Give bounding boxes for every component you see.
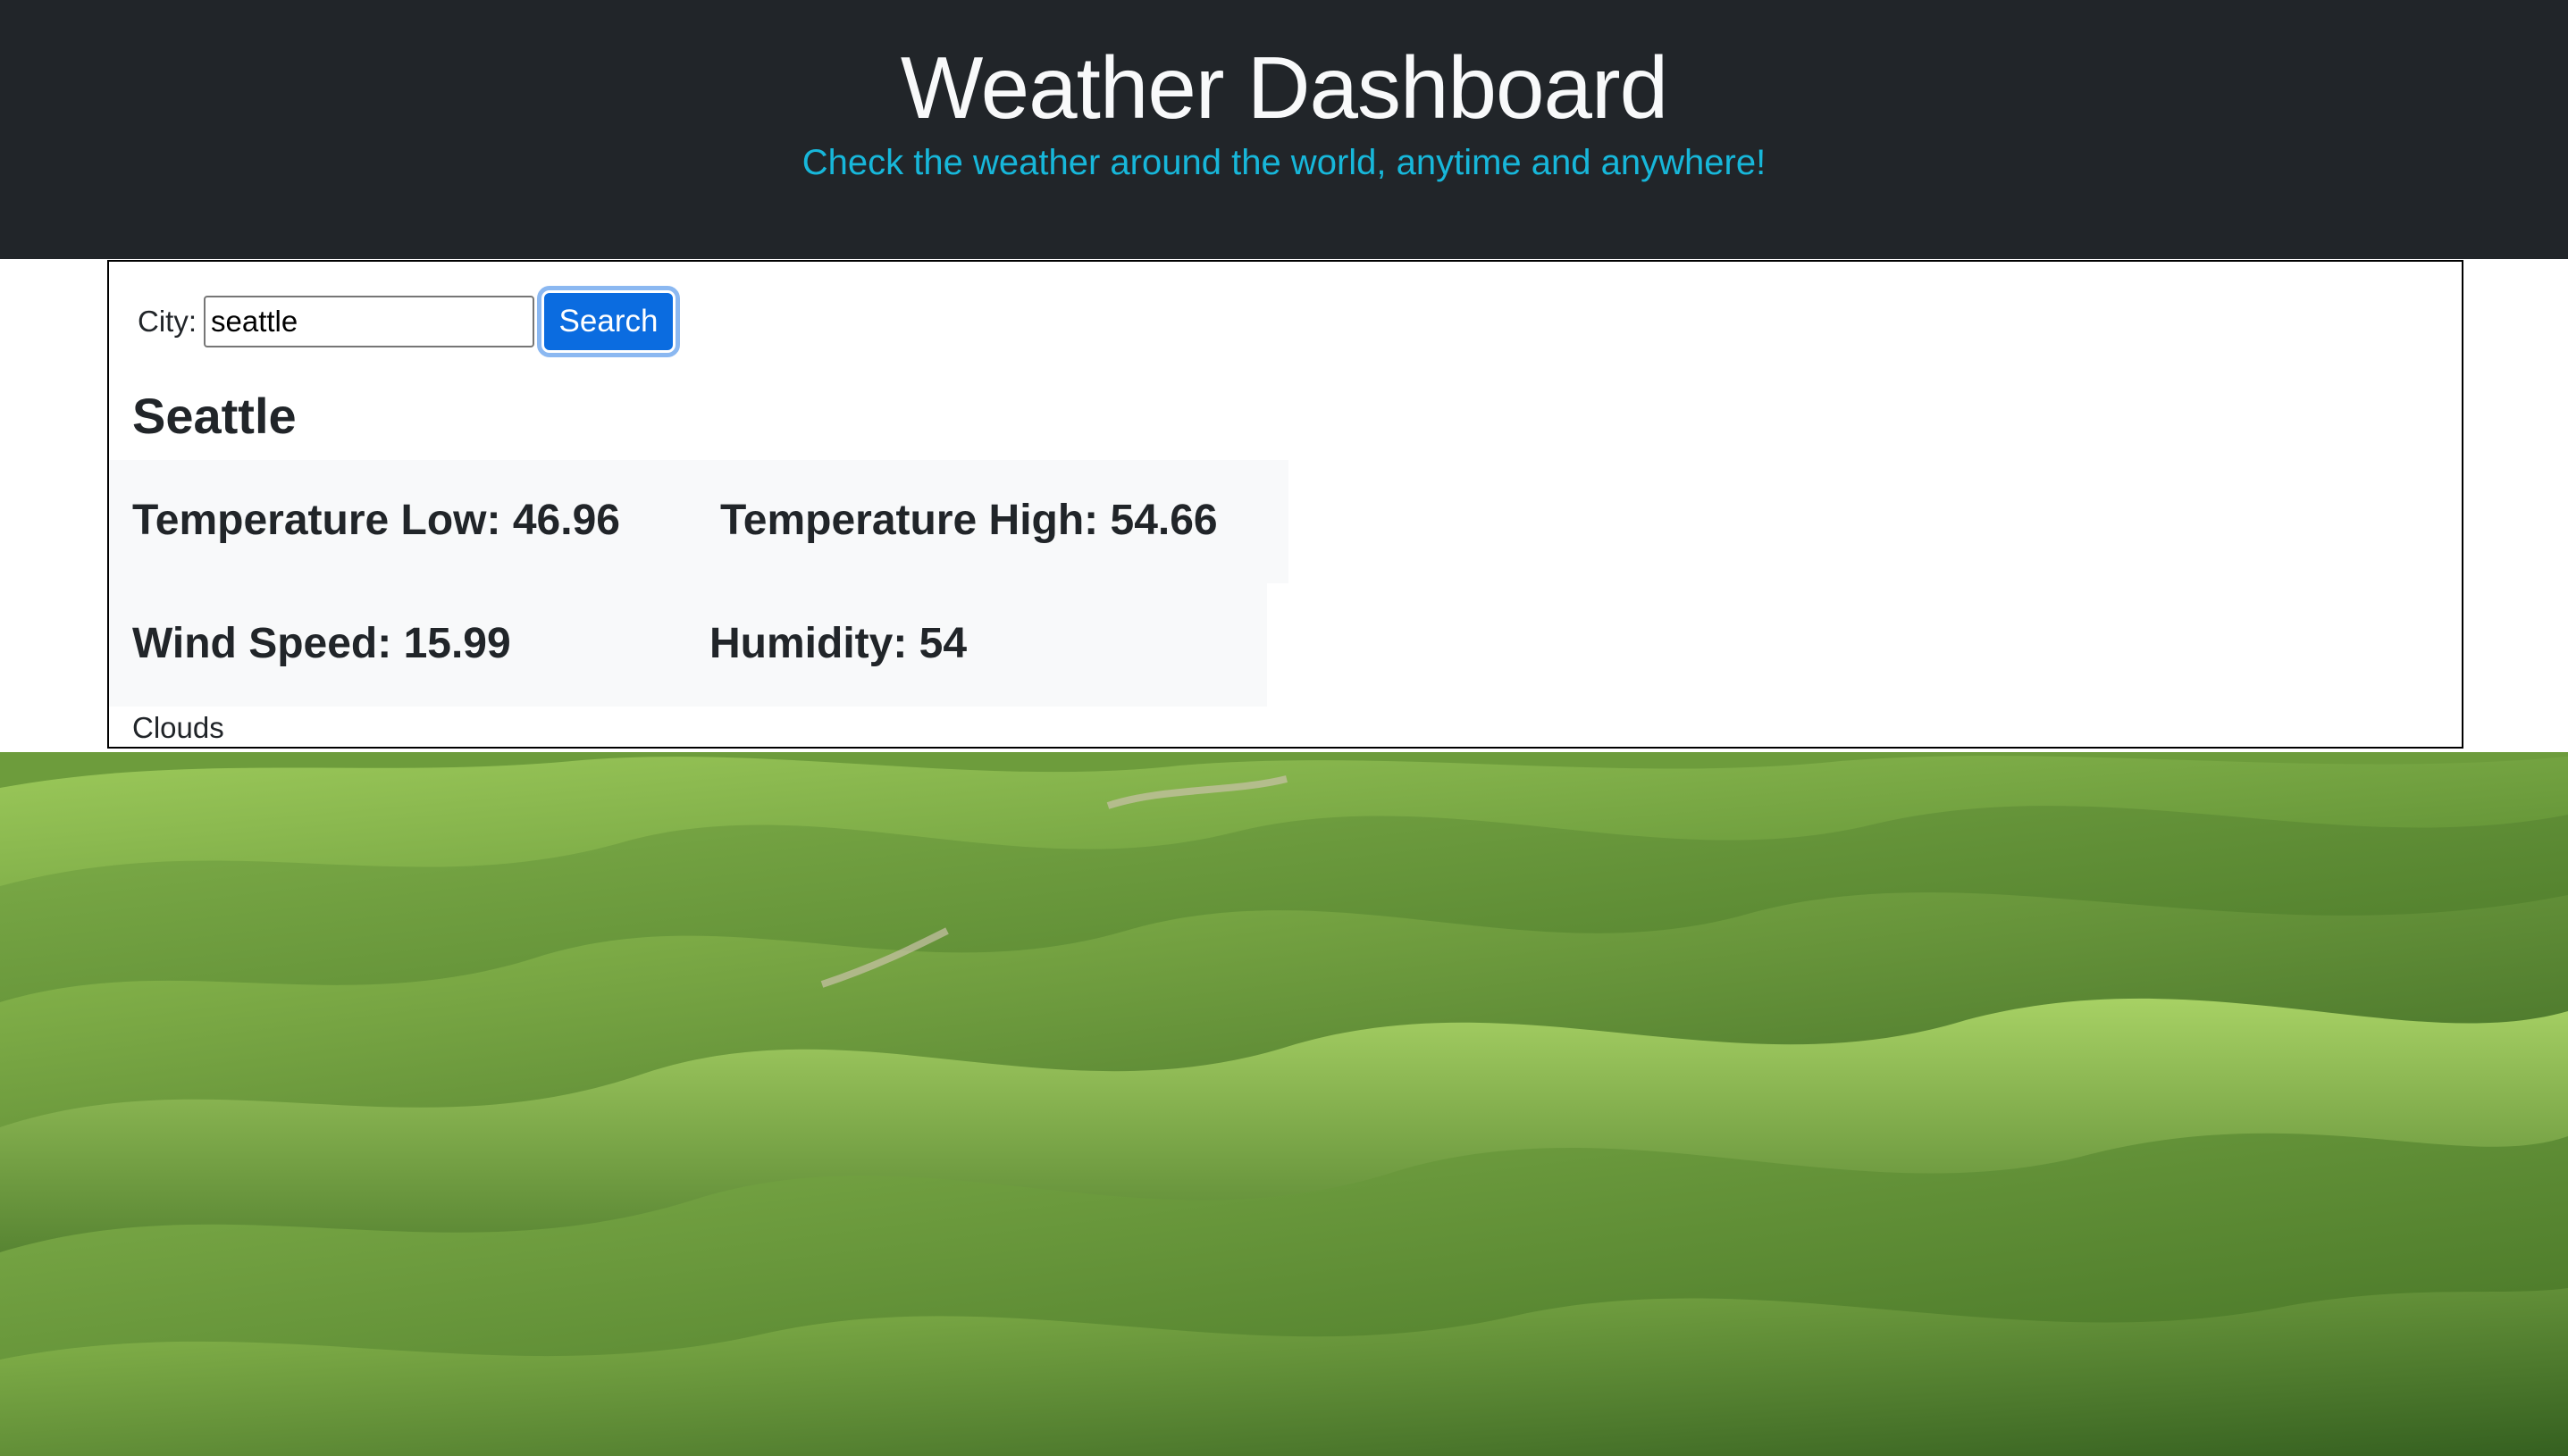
temperature-low: Temperature Low: 46.96 xyxy=(132,497,620,544)
city-input[interactable] xyxy=(204,296,534,347)
temperature-row: Temperature Low: 46.96 Temperature High:… xyxy=(109,460,1288,583)
green-hills-landscape-image xyxy=(0,752,2568,1456)
green-hills-landscape-icon xyxy=(0,752,2568,1456)
humidity: Humidity: 54 xyxy=(709,620,968,667)
search-button[interactable]: Search xyxy=(537,286,680,357)
weather-conditions: Clouds xyxy=(132,711,224,744)
weather-card: City: Search Seattle Temperature Low: 46… xyxy=(107,260,2463,749)
temperature-high: Temperature High: 54.66 xyxy=(720,497,1218,544)
page-header: Weather Dashboard Check the weather arou… xyxy=(0,0,2568,259)
wind-humidity-row: Wind Speed: 15.99 Humidity: 54 xyxy=(109,583,1267,707)
search-form: City: Search xyxy=(138,286,680,357)
city-label: City: xyxy=(138,305,197,338)
city-name: Seattle xyxy=(132,388,297,444)
page-title: Weather Dashboard xyxy=(900,38,1668,137)
page-subtitle: Check the weather around the world, anyt… xyxy=(801,143,1767,182)
wind-speed: Wind Speed: 15.99 xyxy=(132,620,511,667)
